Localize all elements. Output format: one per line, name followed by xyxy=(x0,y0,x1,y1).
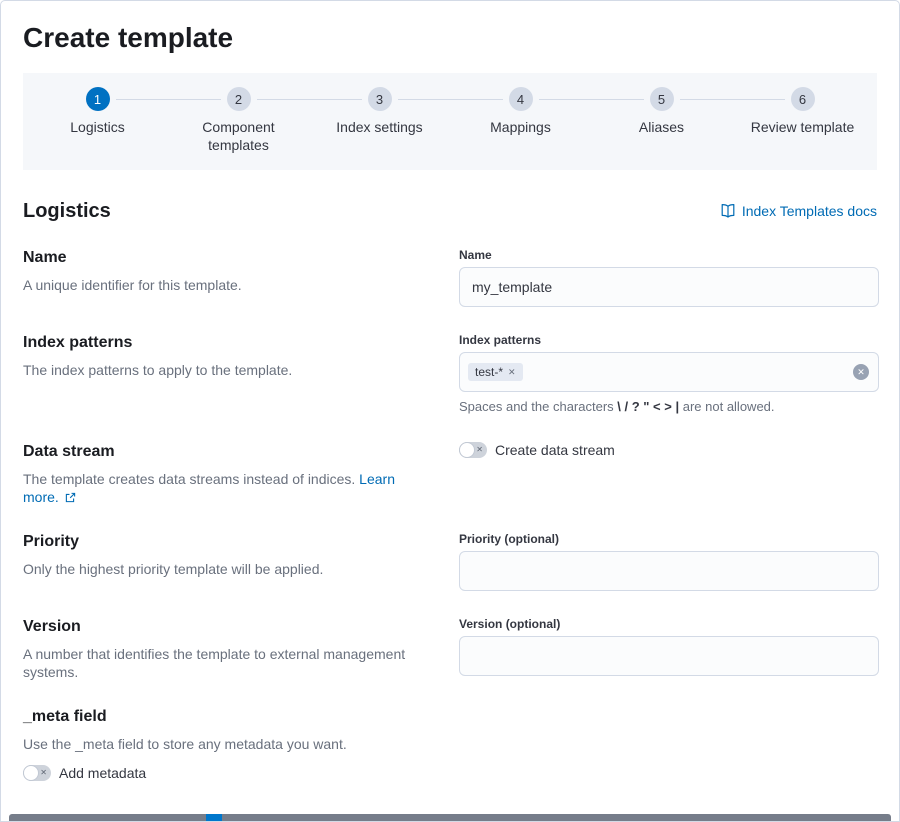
name-row-title: Name xyxy=(23,248,431,268)
step-label: Component templates xyxy=(179,118,299,154)
toggle-off-icon: ✕ xyxy=(476,446,483,454)
version-row-description: A number that identifies the template to… xyxy=(23,645,431,681)
step-number-badge: 4 xyxy=(509,87,533,111)
version-row-title: Version xyxy=(23,617,431,637)
form-row-priority: Priority Only the highest priority templ… xyxy=(23,532,877,591)
help-text-suffix: are not allowed. xyxy=(683,399,775,414)
index-patterns-row-description: The index patterns to apply to the templ… xyxy=(23,361,431,379)
step-aliases[interactable]: 5 Aliases xyxy=(591,87,732,154)
toggle-off-icon: ✕ xyxy=(40,769,47,777)
wizard-stepper: 1 Logistics 2 Component templates 3 Inde… xyxy=(23,73,877,170)
priority-field-label: Priority (optional) xyxy=(459,532,879,547)
form-row-version: Version A number that identifies the tem… xyxy=(23,617,877,681)
step-label: Logistics xyxy=(70,118,124,136)
add-metadata-toggle-row: ✕ Add metadata xyxy=(23,765,877,781)
create-data-stream-toggle[interactable]: ✕ xyxy=(459,442,487,458)
data-stream-description-text: The template creates data streams instea… xyxy=(23,471,355,487)
remove-index-pattern-icon[interactable]: ✕ xyxy=(508,367,516,378)
version-field-label: Version (optional) xyxy=(459,617,879,632)
section-title: Logistics xyxy=(23,198,111,224)
step-label: Index settings xyxy=(336,118,422,136)
form-row-index-patterns: Index patterns The index patterns to app… xyxy=(23,333,877,416)
step-number-badge: 3 xyxy=(368,87,392,111)
bottom-bar xyxy=(9,814,891,821)
form-row-name: Name A unique identifier for this templa… xyxy=(23,248,877,307)
page-title: Create template xyxy=(23,21,877,55)
create-template-page: Create template 1 Logistics 2 Component … xyxy=(0,0,900,822)
index-templates-docs-link[interactable]: Index Templates docs xyxy=(720,203,877,219)
index-patterns-field-label: Index patterns xyxy=(459,333,879,348)
create-data-stream-label: Create data stream xyxy=(495,442,615,458)
docs-link-label: Index Templates docs xyxy=(742,203,877,219)
step-index-settings[interactable]: 3 Index settings xyxy=(309,87,450,154)
step-mappings[interactable]: 4 Mappings xyxy=(450,87,591,154)
form-row-meta: _meta field Use the _meta field to store… xyxy=(23,707,877,781)
section-header: Logistics Index Templates docs xyxy=(23,198,877,224)
index-pattern-pill-label: test-* xyxy=(475,365,503,379)
name-row-description: A unique identifier for this template. xyxy=(23,276,431,294)
form-row-data-stream: Data stream The template creates data st… xyxy=(23,442,877,506)
toggle-thumb xyxy=(459,442,475,458)
step-label: Mappings xyxy=(490,118,551,136)
help-text-chars: \ / ? " < > | xyxy=(617,399,679,414)
add-metadata-toggle[interactable]: ✕ xyxy=(23,765,51,781)
toggle-thumb xyxy=(23,765,39,781)
help-text-prefix: Spaces and the characters xyxy=(459,399,614,414)
step-label: Aliases xyxy=(639,118,684,136)
index-pattern-pill: test-* ✕ xyxy=(468,363,523,381)
clear-combobox-icon[interactable]: ✕ xyxy=(853,364,869,380)
index-patterns-help-text: Spaces and the characters \ / ? " < > | … xyxy=(459,398,879,416)
name-field-label: Name xyxy=(459,248,879,263)
data-stream-row-description: The template creates data streams instea… xyxy=(23,470,431,506)
step-component-templates[interactable]: 2 Component templates xyxy=(168,87,309,154)
step-label: Review template xyxy=(751,118,855,136)
add-metadata-label: Add metadata xyxy=(59,765,146,781)
step-number-badge: 1 xyxy=(86,87,110,111)
data-stream-row-title: Data stream xyxy=(23,442,431,462)
name-input[interactable] xyxy=(459,267,879,307)
external-link-icon xyxy=(65,492,76,503)
priority-row-description: Only the highest priority template will … xyxy=(23,560,431,578)
version-input[interactable] xyxy=(459,636,879,676)
meta-row-description: Use the _meta field to store any metadat… xyxy=(23,735,877,753)
index-patterns-row-title: Index patterns xyxy=(23,333,431,353)
step-number-badge: 6 xyxy=(791,87,815,111)
step-logistics[interactable]: 1 Logistics xyxy=(27,87,168,154)
meta-row-title: _meta field xyxy=(23,707,877,727)
create-data-stream-toggle-row: ✕ Create data stream xyxy=(459,442,879,458)
step-number-badge: 2 xyxy=(227,87,251,111)
step-review-template[interactable]: 6 Review template xyxy=(732,87,873,154)
priority-input[interactable] xyxy=(459,551,879,591)
bottom-bar-accent xyxy=(206,814,222,821)
index-patterns-combobox[interactable]: test-* ✕ ✕ xyxy=(459,352,879,392)
priority-row-title: Priority xyxy=(23,532,431,552)
step-number-badge: 5 xyxy=(650,87,674,111)
docs-icon xyxy=(720,203,736,219)
